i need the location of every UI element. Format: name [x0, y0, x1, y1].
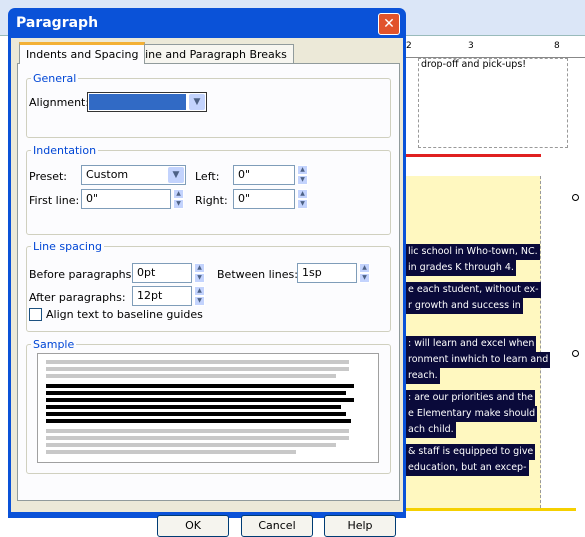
preset-label: Preset: [29, 170, 68, 183]
before-spinner[interactable]: ▲ ▼ [194, 263, 205, 283]
group-label: Line spacing [31, 240, 104, 253]
first-line-label: First line: [29, 194, 80, 207]
right-input[interactable]: 0" [233, 189, 295, 209]
tab-panel: General Alignment: ▼ Indentation Preset:… [17, 63, 400, 501]
right-label: Right: [195, 194, 228, 207]
before-paragraphs-input[interactable]: 0pt [132, 263, 192, 283]
group-label: Sample [31, 338, 77, 351]
ruler-mark: 2 [406, 41, 412, 51]
after-spinner[interactable]: ▲ ▼ [194, 286, 205, 306]
between-lines-label: Between lines: [217, 268, 298, 281]
before-paragraphs-label: Before paragraphs: [29, 268, 136, 281]
indentation-group: Indentation Preset: Custom ▼ Left: 0" ▲ ▼ … [26, 144, 391, 235]
resize-handle[interactable] [572, 350, 579, 357]
ruler[interactable]: 2 3 8 [406, 40, 585, 58]
ok-button[interactable]: OK [157, 515, 229, 537]
help-button[interactable]: Help [324, 515, 396, 537]
left-input[interactable]: 0" [233, 165, 295, 185]
tab-line-and-paragraph-breaks[interactable]: Line and Paragraph Breaks [132, 44, 294, 64]
sample-preview [37, 353, 379, 463]
left-label: Left: [195, 170, 220, 183]
first-line-spinner[interactable]: ▲ ▼ [173, 189, 184, 209]
baseline-label: Align text to baseline guides [46, 308, 203, 321]
sample-group: Sample [26, 338, 391, 474]
chevron-down-icon[interactable]: ▼ [189, 94, 205, 110]
selected-text[interactable]: lic school in Who-town, NC. in grades K t… [406, 244, 551, 476]
after-paragraphs-label: After paragraphs: [29, 291, 126, 304]
ruler-mark: 3 [468, 41, 474, 51]
right-spinner[interactable]: ▲ ▼ [297, 189, 308, 209]
resize-handle[interactable] [572, 194, 579, 201]
text-frame-top[interactable]: drop-off and pick-ups! [418, 58, 568, 148]
preset-select[interactable]: Custom ▼ [81, 165, 186, 185]
dialog-title: Paragraph [16, 15, 99, 31]
document-text: drop-off and pick-ups! [421, 59, 527, 70]
document-page[interactable]: drop-off and pick-ups! lic school in Who… [406, 58, 585, 522]
ruler-mark: 8 [554, 41, 560, 51]
group-label: Indentation [31, 144, 99, 157]
paragraph-dialog: Paragraph ✕ Indents and Spacing Line and… [8, 8, 406, 537]
yellow-rule [406, 508, 576, 511]
alignment-label: Alignment: [29, 96, 90, 109]
baseline-checkbox[interactable] [29, 308, 42, 321]
between-spinner[interactable]: ▲ ▼ [359, 263, 370, 283]
red-rule [406, 154, 541, 157]
close-icon[interactable]: ✕ [378, 13, 400, 35]
alignment-select[interactable]: ▼ [87, 92, 207, 112]
chevron-down-icon[interactable]: ▼ [168, 167, 184, 183]
cancel-button[interactable]: Cancel [241, 515, 313, 537]
line-spacing-group: Line spacing Before paragraphs: 0pt ▲ ▼ B… [26, 240, 391, 332]
group-label: General [31, 72, 79, 85]
left-spinner[interactable]: ▲ ▼ [297, 165, 308, 185]
after-paragraphs-input[interactable]: 12pt [132, 286, 192, 306]
first-line-input[interactable]: 0" [81, 189, 171, 209]
tab-indents-and-spacing[interactable]: Indents and Spacing [19, 42, 146, 64]
between-lines-input[interactable]: 1sp [297, 263, 357, 283]
general-group: General Alignment: ▼ [26, 72, 391, 138]
